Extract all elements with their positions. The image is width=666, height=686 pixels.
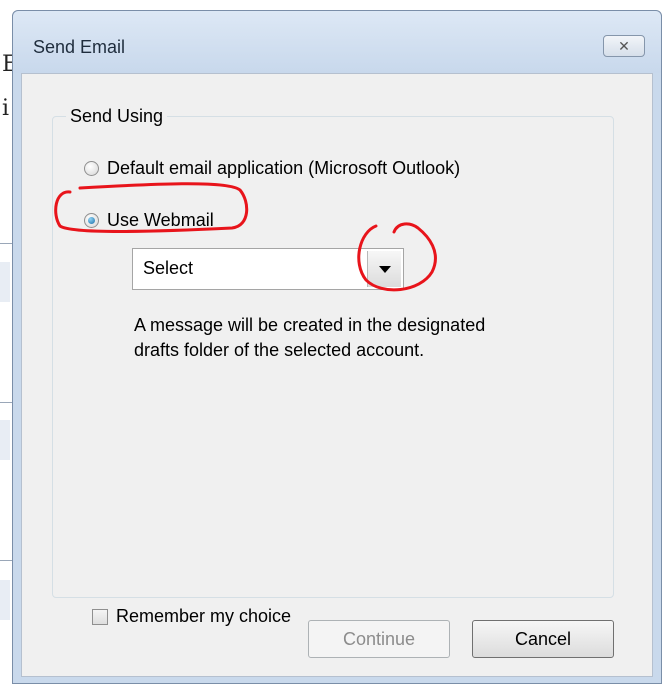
- webmail-account-select[interactable]: Select: [132, 248, 404, 290]
- dialog-body: Send Using Default email application (Mi…: [21, 73, 653, 677]
- radio-button[interactable]: [84, 161, 99, 176]
- send-email-dialog: Send Email ✕ Send Using Default email ap…: [12, 10, 662, 684]
- background-divider: [0, 243, 12, 244]
- radio-default-email[interactable]: Default email application (Microsoft Out…: [84, 158, 460, 179]
- dialog-title: Send Email: [33, 37, 126, 57]
- select-value: Select: [143, 258, 194, 278]
- chevron-down-icon[interactable]: [367, 251, 401, 287]
- checkbox-label: Remember my choice: [116, 606, 292, 626]
- info-text: A message will be created in the designa…: [134, 315, 486, 360]
- radio-use-webmail[interactable]: Use Webmail: [84, 210, 214, 231]
- background-window: E i: [0, 0, 18, 686]
- background-divider: [0, 402, 12, 403]
- group-label: Send Using: [66, 106, 168, 127]
- remember-choice[interactable]: Remember my choice: [92, 606, 291, 627]
- background-row: [0, 580, 10, 620]
- cancel-button[interactable]: Cancel: [472, 620, 614, 658]
- background-row: [0, 420, 10, 460]
- radio-label: Use Webmail: [107, 210, 214, 230]
- background-glyph: i: [2, 96, 10, 121]
- close-button[interactable]: ✕: [603, 35, 645, 57]
- background-divider: [0, 560, 12, 561]
- radio-label: Default email application (Microsoft Out…: [107, 158, 461, 178]
- close-icon: ✕: [618, 38, 630, 54]
- checkbox[interactable]: [92, 608, 108, 625]
- continue-button[interactable]: Continue: [308, 620, 450, 658]
- title-bar[interactable]: Send Email ✕: [13, 11, 661, 73]
- radio-button-selected[interactable]: [84, 213, 99, 228]
- background-row: [0, 262, 10, 302]
